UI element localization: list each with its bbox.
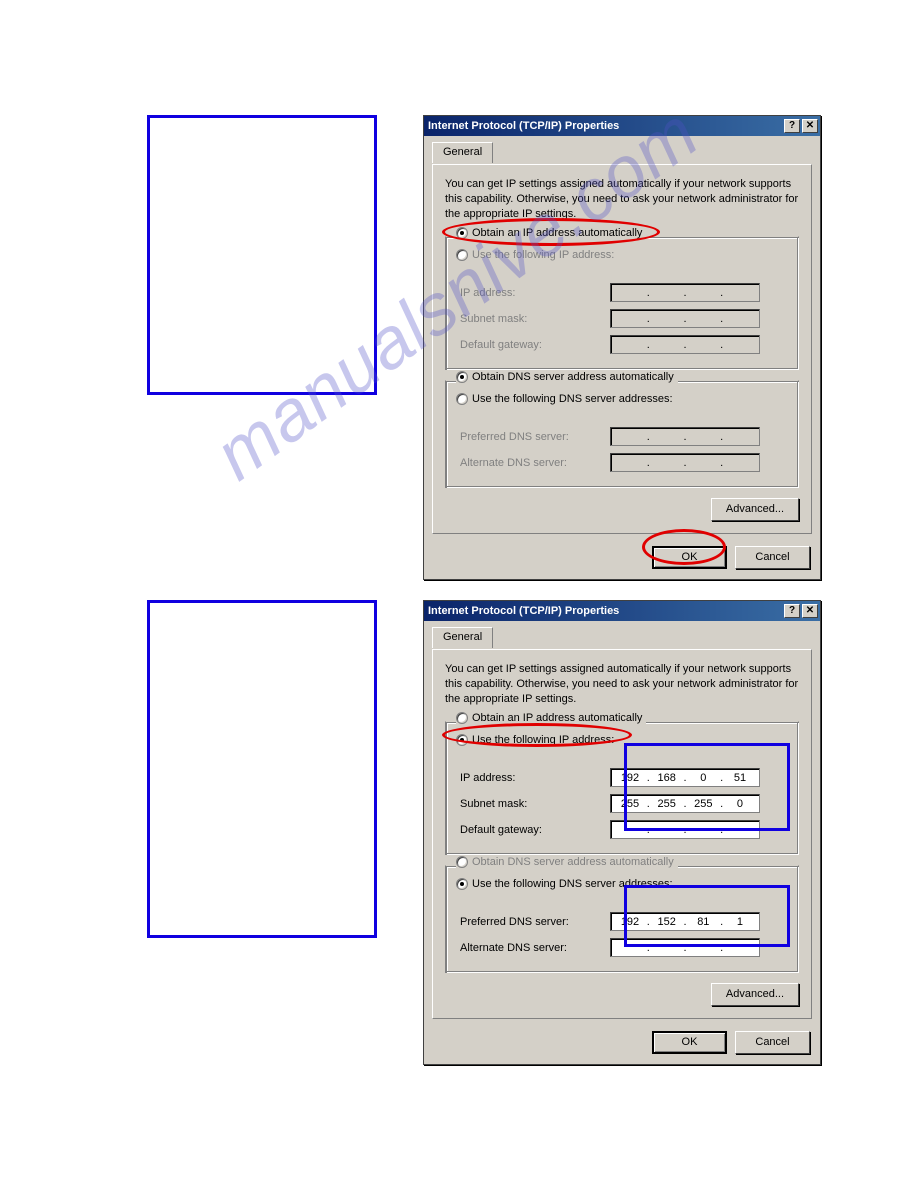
label-default-gateway: Default gateway: xyxy=(460,339,610,351)
radio-use-following-dns[interactable]: Use the following DNS server addresses: xyxy=(456,393,677,405)
help-button[interactable]: ? xyxy=(784,119,800,133)
label-preferred-dns: Preferred DNS server: xyxy=(460,431,610,443)
radio-icon xyxy=(456,734,468,746)
radio-label: Use the following DNS server addresses: xyxy=(472,393,673,405)
dns-groupbox: Obtain DNS server address automatically … xyxy=(445,865,799,973)
radio-icon xyxy=(456,371,468,383)
radio-use-following-ip[interactable]: Use the following IP address: xyxy=(456,734,618,746)
ip-groupbox: Obtain an IP address automatically Use t… xyxy=(445,721,799,855)
radio-obtain-ip-auto[interactable]: Obtain an IP address automatically xyxy=(456,712,646,724)
dns-groupbox: Obtain DNS server address automatically … xyxy=(445,380,799,488)
description-text: You can get IP settings assigned automat… xyxy=(445,177,799,222)
description-text: You can get IP settings assigned automat… xyxy=(445,662,799,707)
input-subnet-mask[interactable]: 255. 255. 255. 0 xyxy=(610,794,760,813)
close-button[interactable]: ✕ xyxy=(802,119,818,133)
titlebar: Internet Protocol (TCP/IP) Properties ? … xyxy=(424,116,820,136)
input-ip-address[interactable]: 192. 168. 0. 51 xyxy=(610,768,760,787)
radio-use-following-dns[interactable]: Use the following DNS server addresses: xyxy=(456,878,677,890)
advanced-button[interactable]: Advanced... xyxy=(711,983,799,1006)
placeholder-box-2 xyxy=(147,600,377,938)
input-ip-address[interactable]: . . . xyxy=(610,283,760,302)
tab-general[interactable]: General xyxy=(432,627,493,648)
radio-label: Obtain an IP address automatically xyxy=(472,227,642,239)
input-default-gateway[interactable]: . . . xyxy=(610,820,760,839)
help-button[interactable]: ? xyxy=(784,604,800,618)
label-ip-address: IP address: xyxy=(460,772,610,784)
tcpip-dialog-1: Internet Protocol (TCP/IP) Properties ? … xyxy=(423,115,821,580)
input-subnet-mask[interactable]: . . . xyxy=(610,309,760,328)
radio-label: Use the following DNS server addresses: xyxy=(472,878,673,890)
advanced-button[interactable]: Advanced... xyxy=(711,498,799,521)
input-alternate-dns[interactable]: . . . xyxy=(610,453,760,472)
label-preferred-dns: Preferred DNS server: xyxy=(460,916,610,928)
radio-use-following-ip[interactable]: Use the following IP address: xyxy=(456,249,618,261)
tab-panel: You can get IP settings assigned automat… xyxy=(432,164,812,534)
label-alternate-dns: Alternate DNS server: xyxy=(460,942,610,954)
label-subnet-mask: Subnet mask: xyxy=(460,313,610,325)
radio-icon xyxy=(456,712,468,724)
input-default-gateway[interactable]: . . . xyxy=(610,335,760,354)
radio-obtain-ip-auto[interactable]: Obtain an IP address automatically xyxy=(456,227,646,239)
ip-groupbox: Obtain an IP address automatically Use t… xyxy=(445,236,799,370)
tab-panel: You can get IP settings assigned automat… xyxy=(432,649,812,1019)
radio-label: Use the following IP address: xyxy=(472,249,614,261)
label-subnet-mask: Subnet mask: xyxy=(460,798,610,810)
ok-button[interactable]: OK xyxy=(652,1031,727,1054)
cancel-button[interactable]: Cancel xyxy=(735,1031,810,1054)
tcpip-dialog-2: Internet Protocol (TCP/IP) Properties ? … xyxy=(423,600,821,1065)
titlebar: Internet Protocol (TCP/IP) Properties ? … xyxy=(424,601,820,621)
radio-label: Obtain DNS server address automatically xyxy=(472,371,674,383)
radio-label: Use the following IP address: xyxy=(472,734,614,746)
cancel-button[interactable]: Cancel xyxy=(735,546,810,569)
radio-icon xyxy=(456,249,468,261)
tab-general[interactable]: General xyxy=(432,142,493,163)
label-ip-address: IP address: xyxy=(460,287,610,299)
radio-obtain-dns-auto[interactable]: Obtain DNS server address automatically xyxy=(456,856,678,868)
close-button[interactable]: ✕ xyxy=(802,604,818,618)
radio-icon xyxy=(456,393,468,405)
radio-label: Obtain DNS server address automatically xyxy=(472,856,674,868)
label-alternate-dns: Alternate DNS server: xyxy=(460,457,610,469)
tab-strip: General xyxy=(432,142,812,164)
radio-obtain-dns-auto[interactable]: Obtain DNS server address automatically xyxy=(456,371,678,383)
radio-icon xyxy=(456,856,468,868)
ok-button[interactable]: OK xyxy=(652,546,727,569)
placeholder-box-1 xyxy=(147,115,377,395)
tab-strip: General xyxy=(432,627,812,649)
dialog-title: Internet Protocol (TCP/IP) Properties xyxy=(428,120,782,132)
input-preferred-dns[interactable]: 192. 152. 81. 1 xyxy=(610,912,760,931)
radio-icon xyxy=(456,227,468,239)
radio-label: Obtain an IP address automatically xyxy=(472,712,642,724)
input-alternate-dns[interactable]: . . . xyxy=(610,938,760,957)
label-default-gateway: Default gateway: xyxy=(460,824,610,836)
dialog-title: Internet Protocol (TCP/IP) Properties xyxy=(428,605,782,617)
input-preferred-dns[interactable]: . . . xyxy=(610,427,760,446)
radio-icon xyxy=(456,878,468,890)
